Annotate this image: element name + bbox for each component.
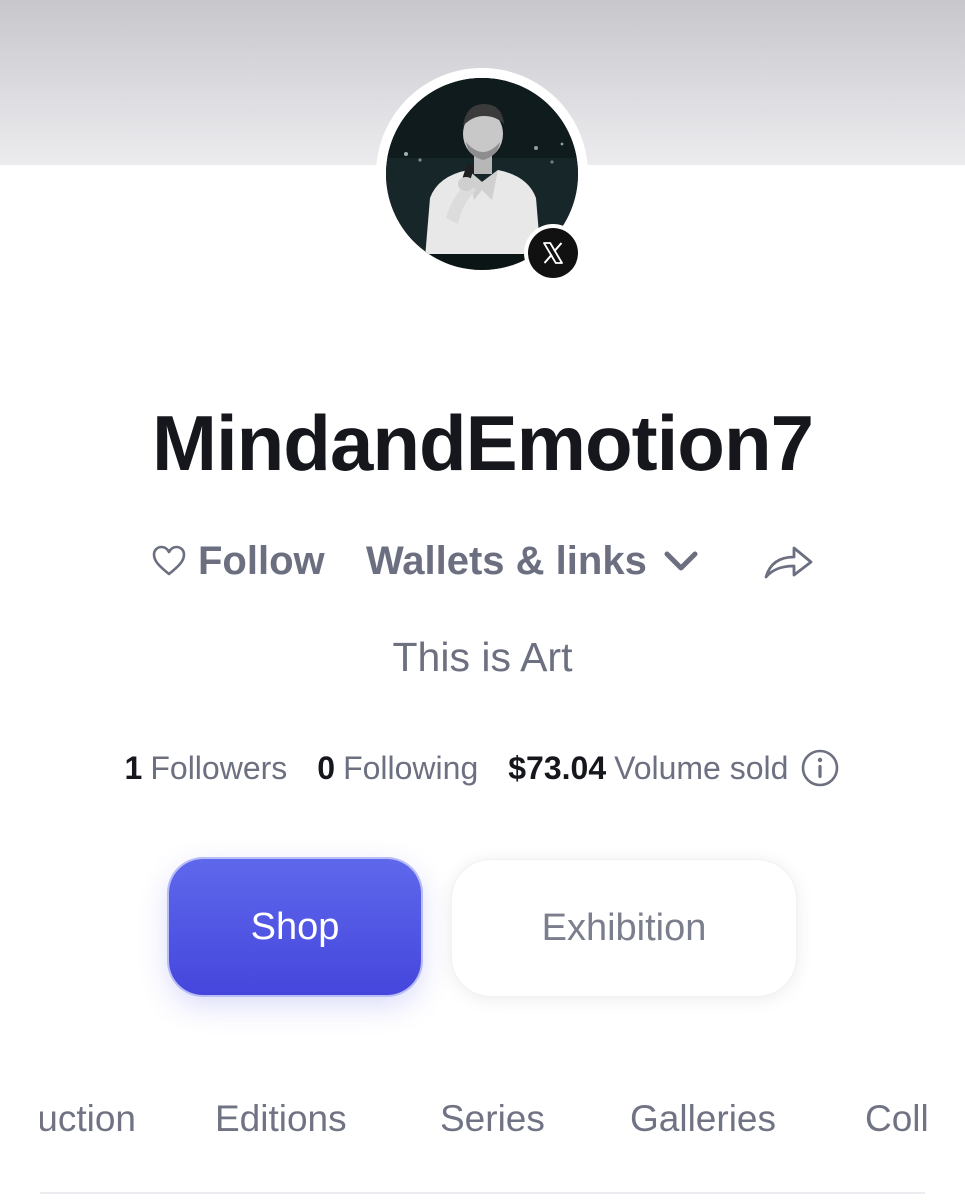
- exhibition-button[interactable]: Exhibition: [451, 859, 797, 997]
- shop-button[interactable]: Shop: [169, 859, 421, 995]
- tab-galleries[interactable]: Galleries: [630, 1098, 776, 1140]
- profile-stats: 1 Followers 0 Following $73.04 Volume so…: [0, 748, 965, 788]
- followers-label: Followers: [150, 749, 288, 786]
- wallets-links-dropdown[interactable]: Wallets & links: [366, 533, 701, 589]
- avatar[interactable]: [376, 68, 588, 282]
- tab-auction[interactable]: Auction: [40, 1098, 140, 1158]
- following-stat[interactable]: 0 Following: [317, 750, 478, 787]
- profile-username: MindandEmotion7: [152, 399, 814, 487]
- chevron-down-icon: [664, 551, 698, 571]
- profile-actions: Follow Wallets & links: [0, 533, 965, 589]
- tabs-divider: [40, 1192, 925, 1194]
- share-button[interactable]: [762, 537, 816, 585]
- tab-series[interactable]: Series: [440, 1098, 545, 1140]
- wallets-label: Wallets & links: [366, 538, 647, 583]
- volume-label: Volume sold: [614, 749, 789, 786]
- profile-tabs: Auction Editions Series Galleries Collec…: [0, 1098, 965, 1158]
- follow-label: Follow: [198, 538, 325, 583]
- follow-button[interactable]: Follow: [150, 533, 325, 589]
- volume-stat: $73.04 Volume sold: [508, 748, 840, 788]
- tab-auction-label: Auction: [40, 1098, 136, 1139]
- tab-editions[interactable]: Editions: [215, 1098, 347, 1140]
- x-badge[interactable]: [524, 224, 582, 282]
- heart-icon: [152, 545, 186, 576]
- info-icon[interactable]: [800, 748, 840, 788]
- tab-collected[interactable]: Collected: [865, 1098, 927, 1158]
- followers-count: 1: [124, 749, 143, 786]
- following-count: 0: [317, 749, 336, 786]
- following-label: Following: [343, 749, 479, 786]
- volume-value: $73.04: [508, 749, 607, 786]
- share-icon: [764, 546, 813, 579]
- x-logo-icon: [543, 242, 563, 264]
- profile-bio: This is Art: [392, 634, 573, 680]
- followers-stat[interactable]: 1 Followers: [125, 750, 288, 787]
- tab-collected-label: Collected: [865, 1098, 927, 1139]
